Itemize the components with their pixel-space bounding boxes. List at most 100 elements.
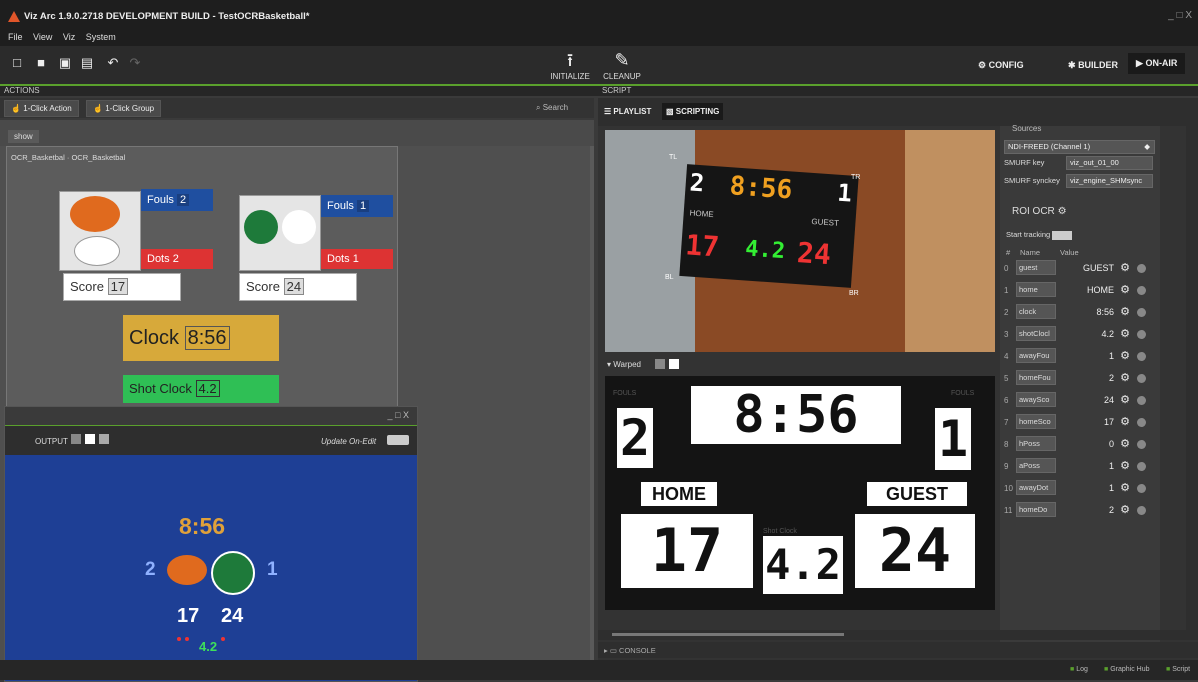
home-team-logo-widget[interactable] bbox=[59, 191, 141, 271]
remove-icon[interactable] bbox=[1137, 462, 1146, 471]
remove-icon[interactable] bbox=[1137, 440, 1146, 449]
script-hscroll[interactable] bbox=[598, 630, 1198, 640]
warped-header: ▾ Warped bbox=[605, 356, 995, 374]
roi-row: 5 homeFou 2 ⚙ bbox=[1004, 368, 1154, 390]
open-folder-icon[interactable]: ■ bbox=[34, 56, 48, 70]
warped-right: 1 bbox=[935, 408, 971, 470]
update-on-edit-toggle[interactable] bbox=[387, 435, 409, 445]
source-select[interactable]: NDI-FREED (Channel 1) ◆ bbox=[1004, 140, 1155, 154]
status-graphic-hub[interactable]: ■ Graphic Hub bbox=[1104, 666, 1149, 673]
image-view-icon[interactable] bbox=[655, 359, 665, 369]
new-file-icon[interactable]: □ bbox=[10, 56, 24, 70]
roi-name-input[interactable]: awaySco bbox=[1016, 392, 1056, 407]
properties-scrollbar[interactable] bbox=[1186, 126, 1198, 636]
roi-name-input[interactable]: hPoss bbox=[1016, 436, 1056, 451]
roi-row: 9 aPoss 1 ⚙ bbox=[1004, 456, 1154, 478]
roi-name-input[interactable]: awayFou bbox=[1016, 348, 1056, 363]
gear-icon[interactable]: ⚙ bbox=[1120, 261, 1130, 274]
one-click-action-button[interactable]: ☝ 1-Click Action bbox=[4, 100, 79, 117]
home-score-field[interactable]: Score 17 bbox=[63, 273, 181, 301]
output-window-controls[interactable]: _ □ X bbox=[388, 410, 409, 420]
home-fouls-field[interactable]: Fouls 2 bbox=[141, 189, 213, 211]
console-bar: ▸ ▭ CONSOLE bbox=[598, 642, 1198, 658]
remove-icon[interactable] bbox=[1137, 286, 1146, 295]
roi-name-input[interactable]: clock bbox=[1016, 304, 1056, 319]
roi-name-input[interactable]: home bbox=[1016, 282, 1056, 297]
gear-icon[interactable]: ⚙ bbox=[1058, 206, 1067, 217]
gear-icon[interactable]: ⚙ bbox=[1120, 503, 1130, 516]
builder-button[interactable]: ✱ BUILDER bbox=[1068, 60, 1118, 71]
menu-file[interactable]: File bbox=[8, 32, 23, 42]
remove-icon[interactable] bbox=[1137, 396, 1146, 405]
checker-view-icon[interactable] bbox=[99, 434, 109, 444]
roi-name-input[interactable]: guest bbox=[1016, 260, 1056, 275]
gear-icon[interactable]: ⚙ bbox=[1120, 481, 1130, 494]
away-dots-field[interactable]: Dots 1 bbox=[321, 249, 393, 269]
console-toggle[interactable]: ▸ ▭ CONSOLE bbox=[604, 646, 656, 655]
status-log[interactable]: ■ Log bbox=[1070, 666, 1088, 673]
start-tracking-toggle[interactable] bbox=[1052, 230, 1073, 240]
gear-icon[interactable]: ⚙ bbox=[1120, 437, 1130, 450]
scroll-thumb[interactable] bbox=[612, 633, 844, 636]
config-button[interactable]: ⚙ CONFIG bbox=[978, 60, 1024, 71]
undo-icon[interactable]: ↶ bbox=[106, 56, 120, 70]
redo-icon[interactable]: ↷ bbox=[128, 56, 142, 70]
clock-field[interactable]: Clock 8:56 bbox=[123, 315, 279, 361]
roi-index: 7 bbox=[1004, 418, 1009, 427]
menu-viz[interactable]: Viz bbox=[63, 32, 75, 42]
tab-show[interactable]: show bbox=[8, 130, 39, 143]
image-view-icon[interactable] bbox=[71, 434, 81, 444]
gear-icon[interactable]: ⚙ bbox=[1120, 305, 1130, 318]
onair-button[interactable]: ▶ ON-AIR bbox=[1128, 53, 1186, 74]
gear-icon[interactable]: ⚙ bbox=[1120, 327, 1130, 340]
roi-index: 3 bbox=[1004, 330, 1009, 339]
home-dots-field[interactable]: Dots 2 bbox=[141, 249, 213, 269]
remove-icon[interactable] bbox=[1137, 330, 1146, 339]
menu-view[interactable]: View bbox=[33, 32, 52, 42]
initialize-button[interactable]: ⭱ INITIALIZE bbox=[540, 48, 600, 81]
log-icon: ■ bbox=[1070, 666, 1075, 673]
away-team-logo-widget[interactable] bbox=[239, 195, 321, 271]
roi-name-input[interactable]: homeSco bbox=[1016, 414, 1056, 429]
save-icon[interactable]: ▣ bbox=[58, 56, 72, 70]
tab-scripting[interactable]: ▧ SCRIPTING bbox=[662, 103, 724, 120]
one-click-group-button[interactable]: ☝ 1-Click Group bbox=[86, 100, 162, 117]
shot-clock-field[interactable]: Shot Clock 4.2 bbox=[123, 375, 279, 403]
tab-playlist[interactable]: ☰ PLAYLIST bbox=[604, 107, 651, 116]
status-script[interactable]: ■ Script bbox=[1166, 666, 1190, 673]
roi-name-input[interactable]: awayDot bbox=[1016, 480, 1056, 495]
remove-icon[interactable] bbox=[1137, 484, 1146, 493]
save-as-icon[interactable]: ▤ bbox=[80, 56, 94, 70]
cleanup-button[interactable]: ✎ CLEANUP bbox=[592, 48, 652, 81]
gear-icon[interactable]: ⚙ bbox=[1120, 371, 1130, 384]
remove-icon[interactable] bbox=[1137, 418, 1146, 427]
smurf-key-input[interactable]: viz_out_01_00 bbox=[1066, 156, 1153, 170]
roi-name-input[interactable]: homeDo bbox=[1016, 502, 1056, 517]
alpha-view-icon[interactable] bbox=[85, 434, 95, 444]
warped-toggle[interactable]: ▾ Warped bbox=[607, 360, 641, 369]
warped-fouls-left: FOULS bbox=[613, 390, 637, 397]
gear-icon[interactable]: ⚙ bbox=[1120, 393, 1130, 406]
roi-row: 2 clock 8:56 ⚙ bbox=[1004, 302, 1154, 324]
roi-name-input[interactable]: shotClocl bbox=[1016, 326, 1056, 341]
search-field[interactable]: ⌕ Search bbox=[536, 103, 568, 113]
remove-icon[interactable] bbox=[1137, 506, 1146, 515]
menu-system[interactable]: System bbox=[86, 32, 116, 42]
roi-name-input[interactable]: aPoss bbox=[1016, 458, 1056, 473]
window-controls[interactable]: _ □ X bbox=[1168, 10, 1192, 21]
smurf-sync-input[interactable]: viz_engine_SHMsync bbox=[1066, 174, 1153, 188]
remove-icon[interactable] bbox=[1137, 264, 1146, 273]
remove-icon[interactable] bbox=[1137, 352, 1146, 361]
alpha-view-icon[interactable] bbox=[669, 359, 679, 369]
gear-icon[interactable]: ⚙ bbox=[1120, 415, 1130, 428]
gear-icon[interactable]: ⚙ bbox=[1120, 349, 1130, 362]
away-fouls-field[interactable]: Fouls 1 bbox=[321, 195, 393, 217]
gear-icon[interactable]: ⚙ bbox=[1120, 459, 1130, 472]
roi-index: 4 bbox=[1004, 352, 1009, 361]
remove-icon[interactable] bbox=[1137, 374, 1146, 383]
gear-icon[interactable]: ⚙ bbox=[1120, 283, 1130, 296]
remove-icon[interactable] bbox=[1137, 308, 1146, 317]
roi-name-input[interactable]: homeFou bbox=[1016, 370, 1056, 385]
actions-scrollbar[interactable] bbox=[590, 146, 594, 660]
away-score-field[interactable]: Score 24 bbox=[239, 273, 357, 301]
